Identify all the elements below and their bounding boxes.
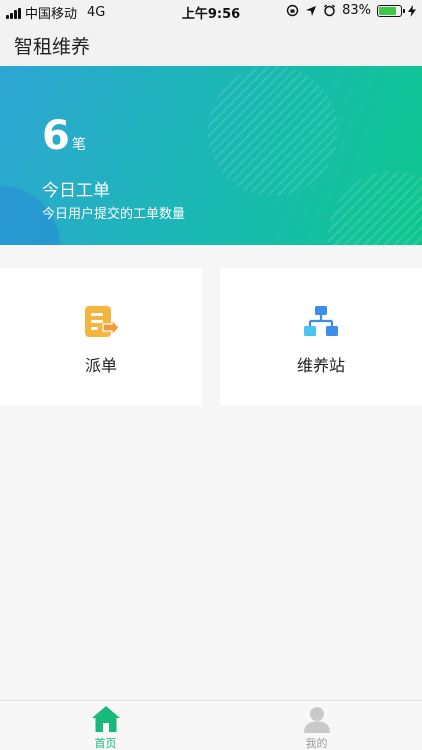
user-icon <box>303 707 330 733</box>
charging-icon <box>408 4 416 17</box>
maintenance-station-card[interactable]: 维养站 <box>220 268 422 406</box>
banner-title: 今日工单 <box>42 181 110 201</box>
bottom-tab-bar: 首页 我的 <box>0 700 422 750</box>
dispatch-order-icon <box>85 306 120 337</box>
decor-circle <box>328 171 422 245</box>
decor-circle <box>208 66 338 196</box>
alarm-icon <box>324 4 336 17</box>
battery-percent: 83% <box>342 3 371 18</box>
navigation-bar: 智租维养 <box>0 22 422 66</box>
rotation-lock-icon <box>286 4 299 17</box>
order-count: 6 笔 <box>42 116 86 156</box>
app-screen: 中国移动 4G 上午9:56 83% 智租维养 6 笔 今日工单 今日用户提交的… <box>0 0 422 750</box>
banner-subtitle: 今日用户提交的工单数量 <box>42 207 186 222</box>
order-count-number: 6 <box>42 113 70 159</box>
status-right: 83% <box>286 3 416 18</box>
home-icon <box>91 706 120 732</box>
dispatch-order-label: 派单 <box>84 356 117 375</box>
station-hierarchy-icon <box>304 306 338 336</box>
tab-home-label: 首页 <box>94 737 117 750</box>
page-title: 智租维养 <box>14 36 91 58</box>
dispatch-order-card[interactable]: 派单 <box>0 268 202 406</box>
tab-mine-label: 我的 <box>305 737 328 750</box>
maintenance-station-label: 维养站 <box>296 356 345 375</box>
tab-mine[interactable]: 我的 <box>211 701 422 750</box>
status-bar: 中国移动 4G 上午9:56 83% <box>0 0 422 22</box>
battery-fill <box>379 6 397 15</box>
battery-icon <box>377 4 405 17</box>
location-icon <box>306 5 317 16</box>
order-count-unit: 笔 <box>71 137 86 153</box>
today-orders-banner[interactable]: 6 笔 今日工单 今日用户提交的工单数量 <box>0 66 422 245</box>
tab-home[interactable]: 首页 <box>0 701 211 750</box>
